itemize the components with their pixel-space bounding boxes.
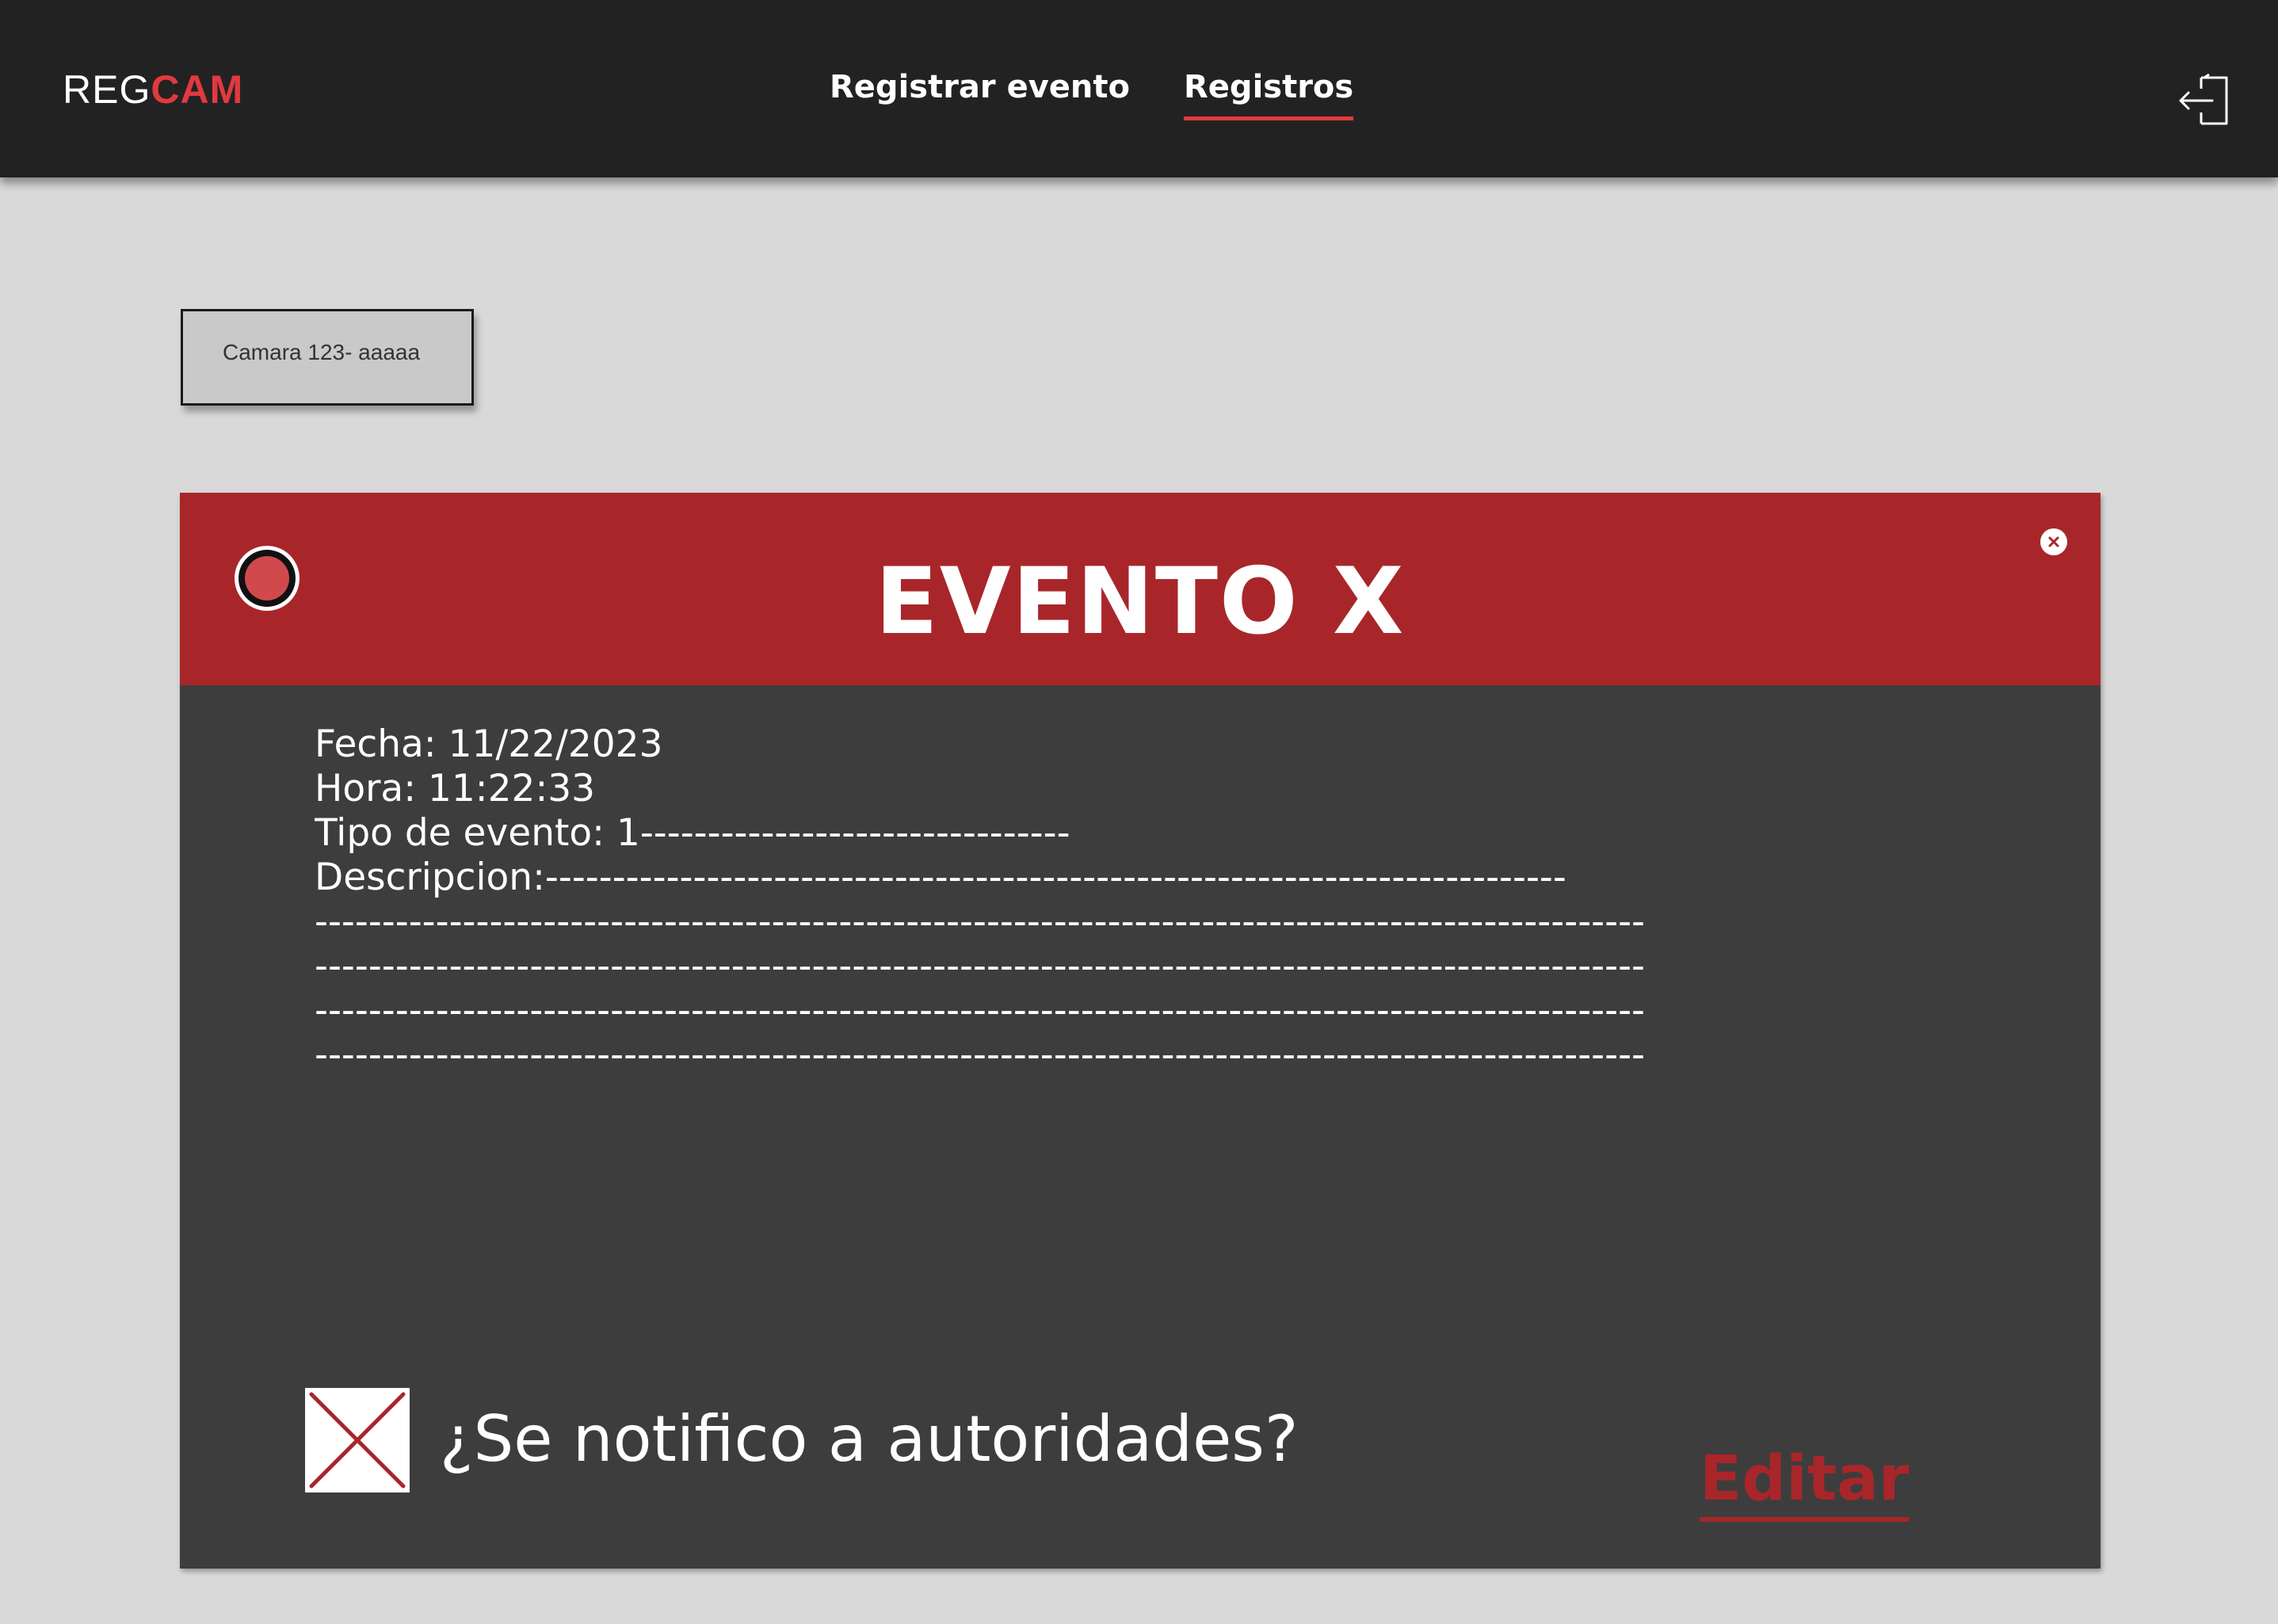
nav-records[interactable]: Registros bbox=[1184, 63, 1354, 120]
event-header: EVENTO X bbox=[180, 493, 2101, 685]
brand-logo[interactable]: REGCAM bbox=[63, 62, 243, 117]
nav-register-event[interactable]: Registrar evento bbox=[830, 63, 1130, 111]
brand-prefix: REG bbox=[63, 67, 151, 112]
description-continuation: ----------------------------------------… bbox=[315, 989, 1645, 1032]
event-card: EVENTO X Fecha: 11/22/2023 Hora: 11:22:3… bbox=[180, 493, 2101, 1569]
notified-authorities-checkbox[interactable] bbox=[305, 1388, 410, 1492]
edit-button[interactable]: Editar bbox=[1700, 1441, 1910, 1522]
unchecked-x-icon bbox=[309, 1392, 406, 1489]
event-details: Fecha: 11/22/2023 Hora: 11:22:33 Tipo de… bbox=[315, 722, 2058, 1077]
notified-authorities-label: ¿Se notifico a autoridades? bbox=[440, 1402, 1299, 1476]
event-time: Hora: 11:22:33 bbox=[315, 767, 596, 810]
description-continuation: ----------------------------------------… bbox=[315, 1033, 1645, 1077]
logout-button[interactable] bbox=[2177, 73, 2233, 128]
event-date: Fecha: 11/22/2023 bbox=[315, 722, 663, 766]
description-continuation: ----------------------------------------… bbox=[315, 944, 1645, 988]
event-description: Descripcion:----------------------------… bbox=[315, 856, 1566, 899]
logout-icon bbox=[2179, 73, 2228, 125]
close-icon bbox=[2048, 536, 2059, 547]
top-navigation-bar: REGCAM Registrar evento Registros bbox=[0, 0, 2278, 177]
camera-selector-label: Camara 123- aaaaa bbox=[223, 340, 421, 364]
camera-selector[interactable]: Camara 123- aaaaa bbox=[181, 309, 474, 406]
brand-suffix: CAM bbox=[151, 67, 244, 112]
close-button[interactable] bbox=[2040, 528, 2067, 555]
event-type: Tipo de evento: 1-----------------------… bbox=[315, 811, 1070, 855]
description-continuation: ----------------------------------------… bbox=[315, 900, 1645, 944]
event-title: EVENTO X bbox=[875, 548, 1406, 655]
